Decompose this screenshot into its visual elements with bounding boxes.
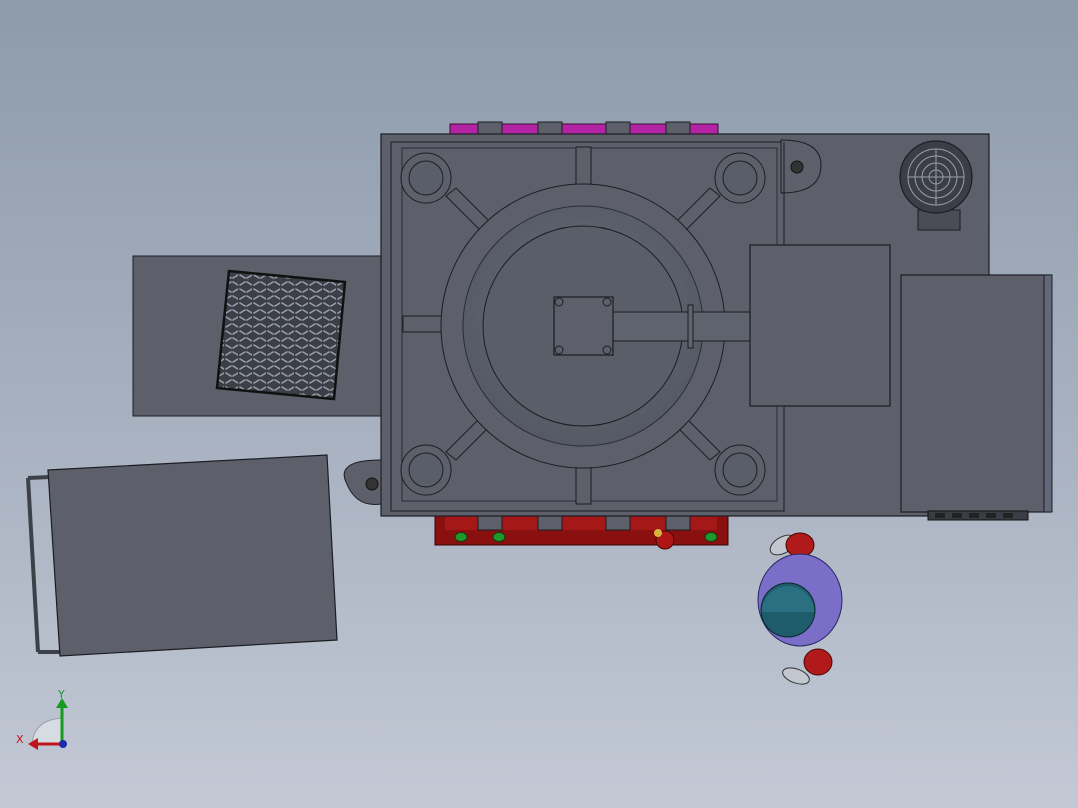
operator-figure-icon [757,532,843,685]
control-cabinet[interactable] [749,244,891,407]
cart-handle [26,477,40,653]
machine-body[interactable] [343,133,1053,521]
indicator-light [492,532,506,542]
triad-y-label: Y [58,688,65,701]
tread-plate [215,269,347,401]
triad-x-label: X [16,733,24,746]
indicator-light [454,532,468,542]
electrical-cabinet[interactable] [900,274,1051,513]
indicator-light [704,532,718,542]
machine-top-view[interactable] [0,0,1078,808]
side-table[interactable] [132,255,384,417]
connector-strip [927,510,1029,521]
cad-viewport[interactable]: Y X [0,0,1078,808]
material-cart[interactable] [26,454,338,657]
